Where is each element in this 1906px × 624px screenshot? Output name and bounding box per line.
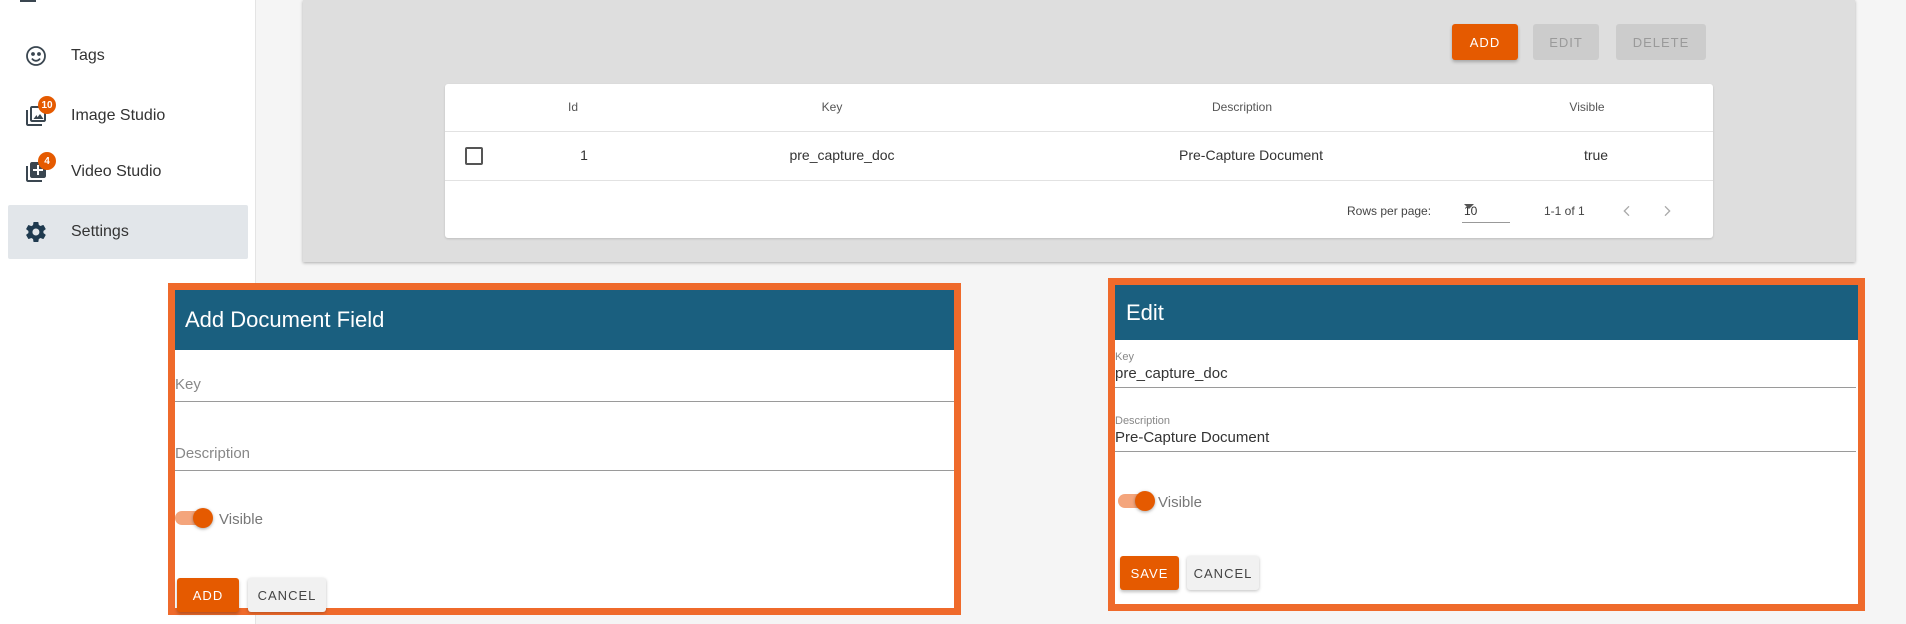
key-field-label: Key (1115, 351, 1134, 363)
cancel-button[interactable]: CANCEL (1187, 556, 1259, 590)
row-checkbox[interactable] (465, 147, 483, 165)
edit-button[interactable]: EDIT (1533, 24, 1599, 60)
cell-visible: true (1583, 147, 1609, 163)
cell-id: 1 (580, 147, 588, 163)
dialog-title: Add Document Field (175, 290, 954, 350)
notification-badge: 4 (38, 152, 56, 170)
caret-down-icon (1464, 204, 1474, 209)
toggle-thumb (1135, 491, 1155, 511)
sidebar-item-label: Image Studio (71, 107, 166, 124)
sidebar-item-label: Tags (71, 47, 105, 64)
column-header-description[interactable]: Description (1212, 100, 1272, 114)
column-header-visible[interactable]: Visible (1569, 100, 1604, 114)
sidebar-item-settings[interactable]: Settings (8, 205, 248, 259)
column-header-key[interactable]: Key (822, 100, 843, 114)
key-underline (1115, 387, 1856, 388)
description-field-label: Description (1115, 415, 1171, 427)
edit-dialog: Edit Key pre_capture_doc Description Pre… (1108, 278, 1865, 611)
fields-table: Id Key Description Visible 1 pre_capture… (445, 84, 1713, 238)
smiley-icon (18, 38, 54, 74)
document-fields-panel: ADD EDIT DELETE Id Key Description Visib… (303, 0, 1855, 262)
cell-description: Pre-Capture Document (1179, 147, 1323, 163)
rows-per-page-select[interactable]: 10 (1462, 200, 1510, 223)
sidebar-item-video-studio[interactable]: 4 Video Studio (8, 145, 248, 199)
visible-label: Visible (219, 511, 263, 528)
add-button[interactable]: ADD (1452, 24, 1518, 60)
dialog-title: Edit (1115, 285, 1858, 340)
add-document-field-dialog: Add Document Field Key Description Visib… (168, 283, 961, 615)
description-input[interactable]: Description (175, 445, 250, 462)
sidebar-item-partial-icon (20, 0, 36, 2)
cell-key: pre_capture_doc (789, 147, 895, 163)
video-add-icon: 4 (18, 152, 56, 190)
column-header-id[interactable]: Id (568, 100, 578, 114)
delete-button[interactable]: DELETE (1616, 24, 1706, 60)
toggle-thumb (193, 508, 213, 528)
notification-badge: 10 (38, 96, 56, 114)
sidebar-item-image-studio[interactable]: 10 Image Studio (8, 89, 248, 143)
gear-icon (18, 214, 54, 250)
visible-label: Visible (1158, 494, 1202, 511)
chevron-right-icon[interactable] (1655, 199, 1679, 223)
image-library-icon: 10 (18, 96, 56, 134)
cancel-button[interactable]: CANCEL (248, 578, 326, 612)
key-input[interactable]: Key (175, 376, 201, 393)
description-underline (1115, 451, 1856, 452)
sidebar-item-tags[interactable]: Tags (8, 29, 248, 83)
sidebar-item-label: Settings (71, 223, 129, 240)
description-underline (175, 470, 954, 471)
chevron-left-icon[interactable] (1615, 199, 1639, 223)
save-button[interactable]: SAVE (1120, 556, 1179, 590)
rows-per-page-label: Rows per page: (1347, 204, 1432, 218)
add-button[interactable]: ADD (177, 578, 239, 612)
pagination-range: 1-1 of 1 (1544, 204, 1585, 218)
key-underline (175, 401, 954, 402)
description-input[interactable]: Pre-Capture Document (1115, 429, 1269, 446)
key-input[interactable]: pre_capture_doc (1115, 365, 1228, 382)
divider (445, 131, 1713, 132)
divider (445, 180, 1713, 181)
sidebar-item-label: Video Studio (71, 163, 162, 180)
